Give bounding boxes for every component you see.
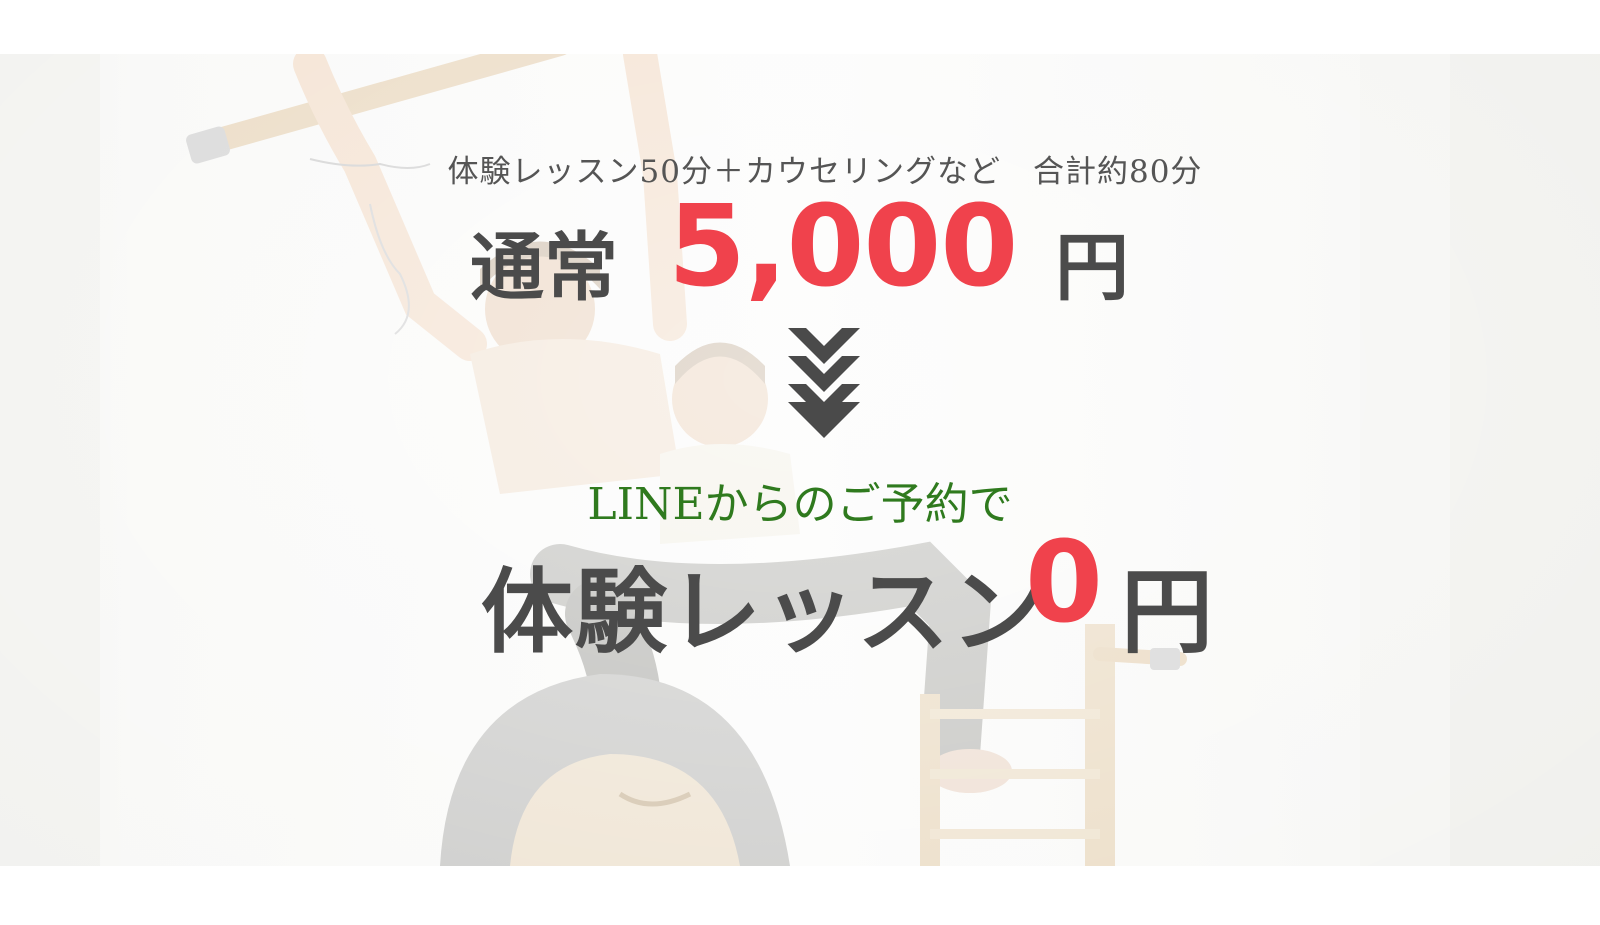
normal-price-unit: 円 <box>1055 225 1129 311</box>
normal-price: 5,000 <box>668 182 1018 312</box>
line-booking-note: LINEからのご予約で <box>587 479 1013 530</box>
trial-price-unit: 円 <box>1121 559 1214 666</box>
double-chevron-down-icon <box>788 328 860 438</box>
trial-price: 0 <box>1025 518 1103 648</box>
normal-label: 通常 <box>470 225 618 311</box>
trial-label: 体験レッスン <box>481 559 1046 666</box>
